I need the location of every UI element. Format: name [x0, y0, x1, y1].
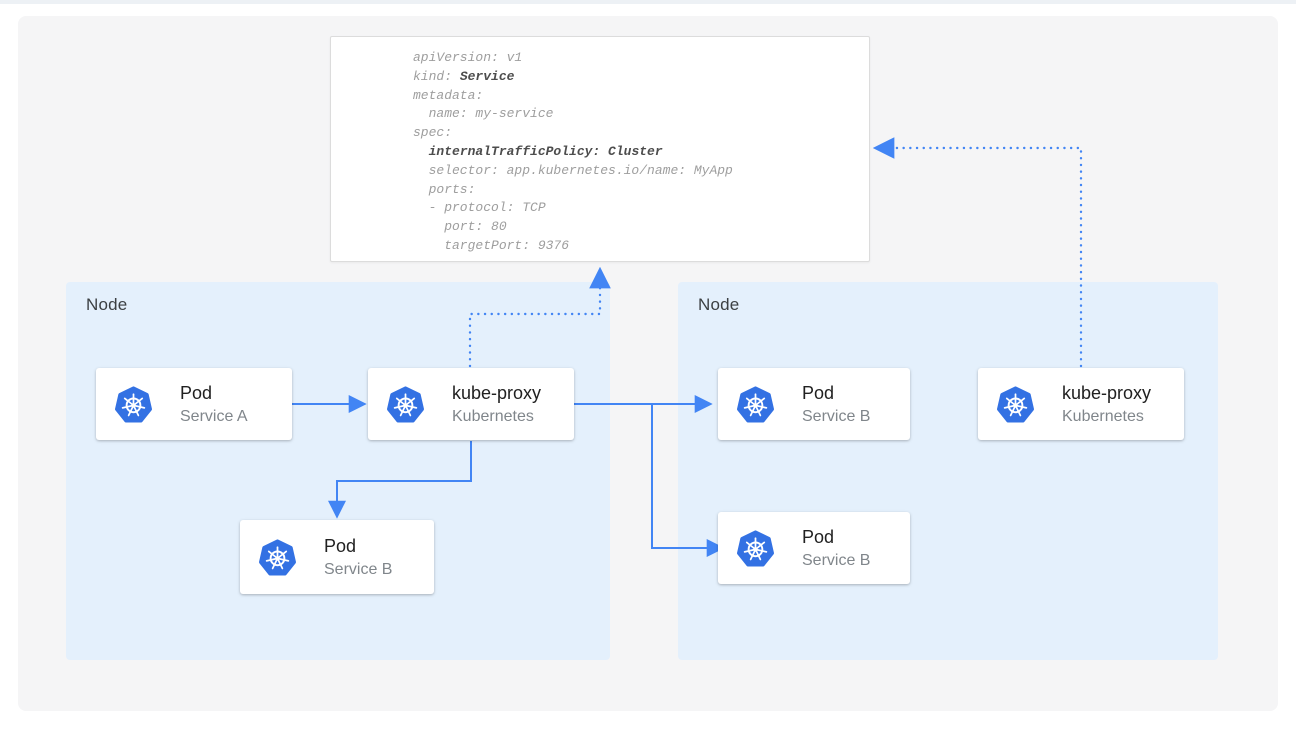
node-panel-right: Node: [678, 282, 1218, 660]
yaml-line: selector: app.kubernetes.io/name: MyApp: [413, 162, 869, 181]
node-label: Node: [86, 295, 127, 315]
top-divider: [0, 0, 1296, 4]
card-title: Pod: [180, 381, 248, 406]
kubernetes-logo-icon: [993, 383, 1038, 426]
yaml-segment: metadata:: [413, 88, 483, 103]
kubernetes-logo-icon: [733, 383, 778, 426]
yaml-line: ports:: [413, 181, 869, 200]
yaml-line: internalTrafficPolicy: Cluster: [413, 143, 869, 162]
card-subtitle: Service B: [802, 406, 870, 428]
kubernetes-logo-icon: [383, 383, 428, 426]
card-title: Pod: [324, 534, 392, 559]
yaml-segment: name: my-service: [413, 106, 553, 121]
yaml-code: apiVersion: v1kind: Servicemetadata: nam…: [331, 37, 869, 256]
yaml-segment: [413, 144, 429, 159]
yaml-line: spec:: [413, 124, 869, 143]
card-pod-service-b-left: Pod Service B: [240, 520, 434, 594]
yaml-line: targetPort: 9376: [413, 237, 869, 256]
card-title: kube-proxy: [452, 381, 541, 406]
kubernetes-logo-icon: [733, 527, 778, 570]
card-pod-service-a: Pod Service A: [96, 368, 292, 440]
yaml-line: name: my-service: [413, 105, 869, 124]
card-subtitle: Service B: [802, 550, 870, 572]
yaml-segment: ports:: [413, 182, 475, 197]
yaml-segment: internalTrafficPolicy: Cluster: [429, 144, 663, 159]
k8s-internal-traffic-policy-diagram: Node Node apiVersion: v1kind: Servicemet…: [0, 0, 1296, 729]
node-label: Node: [698, 295, 739, 315]
node-panel-left: Node: [66, 282, 610, 660]
yaml-segment: selector: app.kubernetes.io/name: MyApp: [413, 163, 733, 178]
yaml-line: - protocol: TCP: [413, 199, 869, 218]
yaml-segment: kind:: [413, 69, 460, 84]
card-subtitle: Kubernetes: [452, 406, 541, 428]
yaml-segment: spec:: [413, 125, 452, 140]
card-kube-proxy-left: kube-proxy Kubernetes: [368, 368, 574, 440]
card-title: Pod: [802, 381, 870, 406]
kubernetes-logo-icon: [255, 536, 300, 579]
yaml-segment: targetPort: 9376: [413, 238, 569, 253]
card-pod-service-b-right-top: Pod Service B: [718, 368, 910, 440]
yaml-line: apiVersion: v1: [413, 49, 869, 68]
service-yaml-manifest: apiVersion: v1kind: Servicemetadata: nam…: [330, 36, 870, 262]
card-subtitle: Kubernetes: [1062, 406, 1151, 428]
card-title: kube-proxy: [1062, 381, 1151, 406]
yaml-line: kind: Service: [413, 68, 869, 87]
card-subtitle: Service A: [180, 406, 248, 428]
card-pod-service-b-right-bottom: Pod Service B: [718, 512, 910, 584]
kubernetes-logo-icon: [111, 383, 156, 426]
card-subtitle: Service B: [324, 559, 392, 581]
yaml-segment: Service: [460, 69, 515, 84]
yaml-line: port: 80: [413, 218, 869, 237]
yaml-segment: apiVersion: v1: [413, 50, 522, 65]
yaml-segment: port: 80: [413, 219, 507, 234]
yaml-segment: - protocol: TCP: [413, 200, 546, 215]
card-title: Pod: [802, 525, 870, 550]
card-kube-proxy-right: kube-proxy Kubernetes: [978, 368, 1184, 440]
yaml-line: metadata:: [413, 87, 869, 106]
